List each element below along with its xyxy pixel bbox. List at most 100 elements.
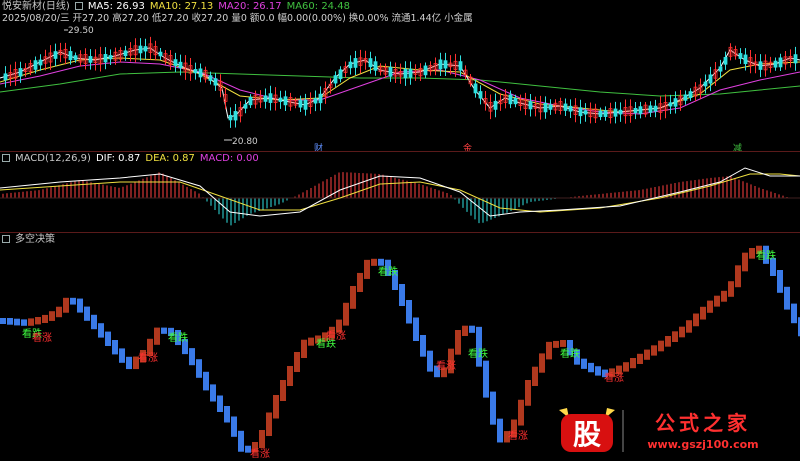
decision-bar [413,317,419,341]
decision-bar [294,352,300,372]
decision-bar [427,350,433,372]
price-panel[interactable]: 悦安新材(日线) MA5: 26.93 MA10: 27.13 MA20: 26.17… [0,0,800,154]
decision-bar [91,314,97,330]
indicator-toggle-icon[interactable] [2,154,10,162]
candle [213,78,218,86]
decision-bar [707,300,713,313]
candle [353,58,358,68]
decision-bar [371,258,377,266]
decision-bar [70,297,76,305]
candle [198,68,203,78]
decision-bar [273,395,279,419]
decision-bar [490,391,496,425]
candle [493,100,498,110]
candle [618,109,623,115]
candle [548,104,553,110]
stock-title: 悦安新材(日线) [2,1,70,12]
candle [653,105,658,112]
candle [123,50,128,57]
decision-bar [497,418,503,443]
decision-bar [462,325,468,336]
decision-bar [49,311,55,321]
candle [793,54,798,64]
ma60-label: MA60: 24.48 [286,1,350,12]
candle [298,100,303,108]
decision-bar [280,380,286,401]
decision-bar [721,290,727,302]
candle [543,102,548,113]
decision-bar [238,430,244,452]
indicator-toggle-icon[interactable] [2,235,10,243]
candle [563,103,568,111]
candle [403,68,408,79]
candle [613,108,618,117]
candle [423,65,428,76]
indicator-toggle-icon[interactable] [74,2,83,10]
candle [438,59,443,70]
candle [738,53,743,59]
decision-bar [98,323,104,338]
candle [673,98,678,107]
macd-panel[interactable]: MACD(12,26,9) DIF: 0.87 DEA: 0.87 MACD: 0.0… [0,152,800,232]
decision-bar [686,320,692,333]
decision-title: 多空决策 [15,234,55,245]
decision-bar [553,340,559,348]
candle [638,106,643,114]
candle [143,46,148,52]
decision-bar [742,252,748,272]
candle [3,73,8,81]
candle [38,59,43,66]
signal-rise-label: 看涨 [436,361,456,372]
low-marker: 20.80 [232,137,258,147]
decision-bar [588,362,594,373]
decision-bar [63,297,69,313]
candle [263,95,268,102]
decision-bar [105,331,111,346]
decision-bar [581,358,587,369]
decision-bar [420,335,426,357]
signal-fall-label: 看跌 [560,349,580,360]
decision-bar [266,412,272,436]
candle [683,94,688,101]
candle [18,68,23,77]
candle [228,114,233,121]
macd-title: MACD(12,26,9) [15,153,91,164]
price-header: 悦安新材(日线) MA5: 26.93 MA10: 27.13 MA20: 26.17… [2,1,355,13]
ma10-label: MA10: 27.13 [149,1,214,12]
candle [513,97,518,105]
signal-rise-label: 看涨 [250,449,270,460]
site-url: www.gszj100.com [647,438,758,451]
decision-bar [644,349,650,360]
decision-bar [196,359,202,378]
dif-line [0,167,800,217]
decision-bar [791,303,797,324]
candle [338,69,343,80]
watermark-graphic: 股 公式之家 www.gszj100.com [559,408,759,452]
candle [478,91,483,99]
candle [743,54,748,65]
signal-rise-label: 看涨 [32,333,52,344]
decision-bar [735,265,741,288]
signal-rise-label: 看涨 [138,353,158,364]
candle [33,60,38,70]
decision-bar [525,380,531,406]
signal-fall-label: 看跌 [756,251,776,262]
candle [708,74,713,84]
decision-bar [630,358,636,369]
decision-bar [595,366,601,376]
decision-bar [749,248,755,259]
decision-bar [0,318,6,324]
candle [278,97,283,102]
site-name: 公式之家 [655,411,751,435]
candle [348,61,353,69]
decision-bar [287,366,293,386]
candle [568,105,573,112]
decision-bar [112,340,118,355]
decision-bar [700,306,706,320]
candle [73,55,78,60]
candle [178,61,183,69]
decision-bar [217,395,223,412]
decision-bar [14,318,20,326]
candle [443,60,448,69]
candle [158,51,163,57]
